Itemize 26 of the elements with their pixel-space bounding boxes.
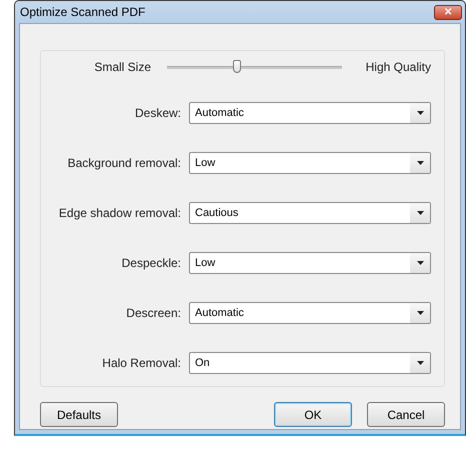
caret-icon xyxy=(416,161,424,165)
caret-icon xyxy=(416,211,424,215)
caret-icon xyxy=(416,311,424,315)
option-label: Deskew: xyxy=(134,106,181,120)
option-label: Edge shadow removal: xyxy=(58,206,181,220)
option-label: Descreen: xyxy=(125,306,181,320)
dropdown[interactable]: Cautious xyxy=(189,202,431,224)
caret-icon xyxy=(416,361,424,365)
dropdown[interactable]: Low xyxy=(189,252,431,274)
dropdown[interactable]: Automatic xyxy=(189,102,431,124)
dropdown[interactable]: Automatic xyxy=(189,302,431,324)
dialog-button[interactable]: OK xyxy=(274,402,352,427)
dialog-button[interactable]: Defaults xyxy=(40,402,118,427)
slider-min-label: Small Size xyxy=(93,60,151,74)
dropdown[interactable]: Low xyxy=(189,152,431,174)
slider-thumb[interactable] xyxy=(232,60,241,72)
dialog-button[interactable]: Cancel xyxy=(367,402,445,427)
dropdown[interactable]: On xyxy=(189,352,431,374)
option-label: Halo Removal: xyxy=(101,356,181,370)
quality-slider[interactable] xyxy=(167,60,342,74)
slider-max-label: High Quality xyxy=(366,60,431,74)
caret-icon xyxy=(416,111,424,115)
option-label: Background removal: xyxy=(66,156,181,170)
caret-icon xyxy=(416,261,424,265)
option-label: Despeckle: xyxy=(120,256,181,270)
window-title: Optimize Scanned PDF xyxy=(20,5,146,19)
